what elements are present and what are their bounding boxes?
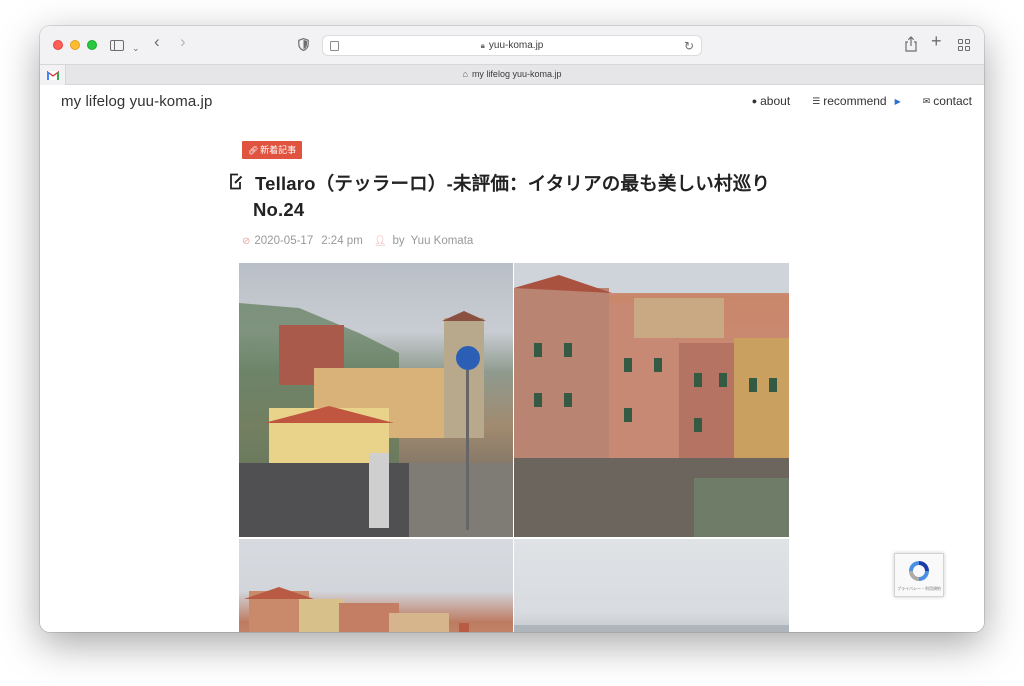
nav-recommend[interactable]: ☰ recommend ▶ [812,94,901,108]
zoom-window-button[interactable] [87,40,97,50]
category-label: 新着記事 [260,145,297,155]
recaptcha-terms[interactable]: プライバシー・利用規約 [897,586,941,592]
nav-about-label: about [760,94,791,108]
post-title-line1: Tellaro（テッラーロ）-未評価：イタリアの最も美しい村巡り [255,173,771,194]
link-icon: 🔗︎ [248,146,259,155]
forward-chevron-icon[interactable]: › [180,33,186,50]
caret-right-icon[interactable]: ▶ [895,97,901,106]
back-chevron-icon[interactable]: ‹ [154,33,160,50]
post-meta: ⊘ 2020-05-17 2:24 pm 👤︎ by Yuu Komata [242,235,473,247]
category-badge[interactable]: 🔗︎ 新着記事 [242,141,303,159]
tab-overview-icon[interactable] [958,39,970,51]
site-nav: ● about ☰ recommend ▶ ✉ contact [752,94,972,108]
nav-contact[interactable]: ✉ contact [923,94,972,108]
active-tab[interactable]: ⌂ my lifelog yuu-koma.jp [40,69,984,79]
address-bar[interactable]: 🔒︎ yuu-koma.jp ↻ [322,35,702,56]
post-date: 2020-05-17 [254,235,314,247]
edit-document-icon [230,173,243,190]
photo-tellaro-coast[interactable] [239,539,513,632]
envelope-icon: ✉ [922,95,931,106]
nav-contact-label: contact [933,94,972,108]
list-icon: ☰ [812,95,821,106]
post-time: 2:24 pm [321,235,363,247]
photo-collage [239,263,789,632]
nav-about[interactable]: ● about [752,94,790,108]
clock-icon: ⊘ [242,235,251,247]
share-icon[interactable] [904,36,918,52]
site-favicon-icon: ⌂ [462,69,468,79]
recaptcha-badge[interactable]: プライバシー・利用規約 [894,553,944,597]
browser-window: ⌄ ‹ › 🔒︎ yuu-koma.jp ↻ + ⌂ my lifelog yu… [40,26,984,632]
tab-bar: ⌂ my lifelog yuu-koma.jp [40,64,984,85]
recaptcha-icon [909,561,929,581]
web-page: my lifelog yuu-koma.jp ● about ☰ recomme… [40,85,984,632]
reload-icon[interactable]: ↻ [684,39,694,53]
photo-tellaro-houses[interactable] [514,263,789,537]
chevron-down-icon[interactable]: ⌄ [132,41,140,55]
post-title: Tellaro（テッラーロ）-未評価：イタリアの最も美しい村巡り No.24 [253,171,795,223]
person-icon: 👤︎ [373,235,387,247]
active-tab-title: my lifelog yuu-koma.jp [471,69,562,79]
photo-tellaro-street[interactable] [239,263,513,537]
info-circle-icon: ● [751,96,758,106]
minimize-window-button[interactable] [70,40,80,50]
browser-toolbar: ⌄ ‹ › 🔒︎ yuu-koma.jp ↻ + [40,26,984,64]
nav-recommend-label: recommend [823,94,887,108]
reader-page-icon[interactable] [330,41,339,51]
window-controls [53,40,97,50]
post-author[interactable]: Yuu Komata [411,235,474,247]
url-text: yuu-koma.jp [488,40,544,51]
close-window-button[interactable] [53,40,63,50]
post-title-line2: No.24 [253,199,305,220]
site-title[interactable]: my lifelog yuu-koma.jp [61,93,212,110]
sidebar-toggle-icon[interactable] [110,40,124,51]
photo-tellaro-sea[interactable] [514,539,789,632]
new-tab-plus-icon[interactable]: + [931,32,942,50]
privacy-shield-icon[interactable] [298,38,309,51]
lock-icon: 🔒︎ [480,40,485,50]
by-label: by [392,235,405,247]
